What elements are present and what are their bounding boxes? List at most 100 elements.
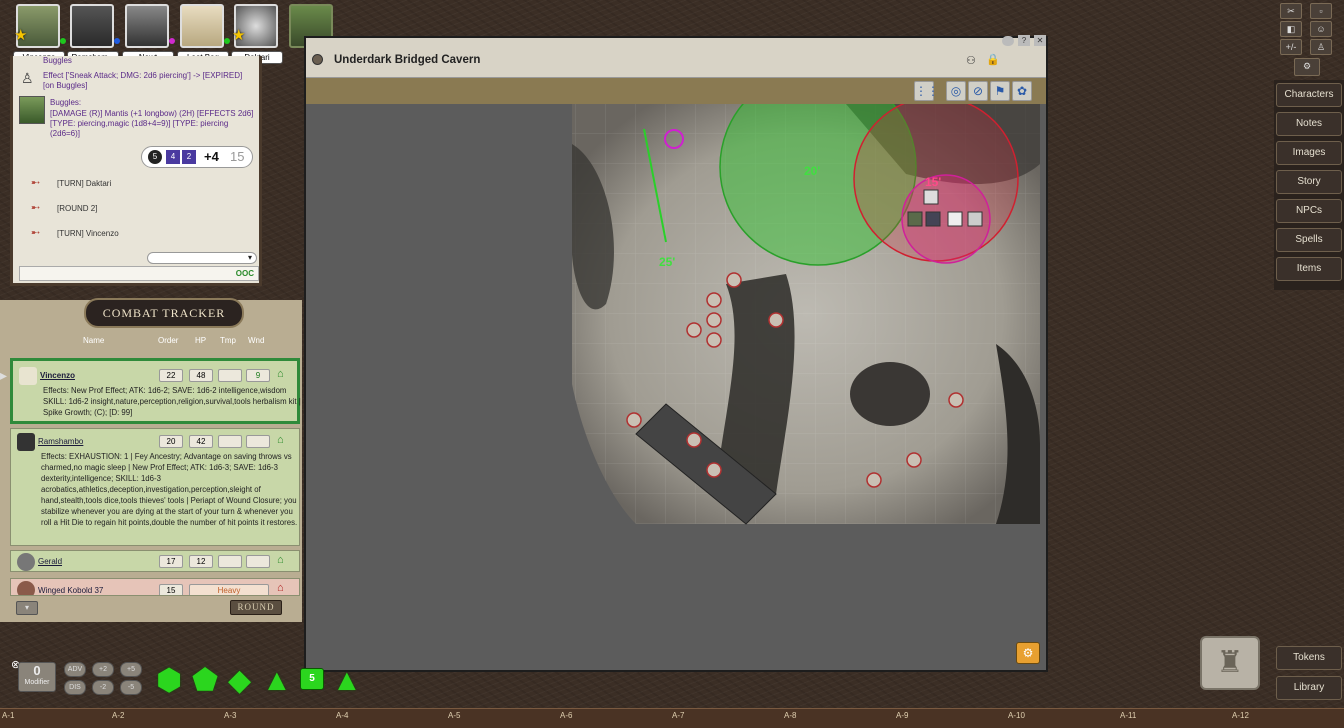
sidebar-item-tokens[interactable]: Tokens [1276,646,1342,670]
enemy-token[interactable] [686,432,702,448]
sidebar-item-images[interactable]: Images [1276,141,1342,165]
ramshambo-token [17,433,35,451]
target-icon[interactable]: ◎ [946,81,966,101]
lock-icon[interactable]: 🔒 [986,53,1000,66]
token[interactable] [925,211,941,227]
enemy-token[interactable] [706,332,722,348]
modifier-box[interactable]: 0 Modifier [18,662,56,692]
entry-order[interactable]: 20 [159,435,183,448]
map-tools-icon[interactable]: ⚙ [1016,642,1040,664]
combat-entry-winged-kobold[interactable]: Winged Kobold 37 15 Heavy ⌂ [10,578,300,596]
enemy-token[interactable] [626,412,642,428]
faction-friend-icon[interactable]: ⌂ [277,368,284,380]
chat-mode-select[interactable]: ▾ [147,252,257,264]
castle-tower-icon[interactable]: ♜ [1200,636,1260,690]
portrait-loot-bag[interactable]: Loot Bag [177,4,230,64]
enemy-token[interactable] [948,392,964,408]
token[interactable] [907,211,923,227]
enemy-token[interactable] [706,312,722,328]
d6-icon[interactable]: 5 [300,668,324,690]
sidebar-item-items[interactable]: Items [1276,257,1342,281]
die-d6b-icon: 2 [182,150,196,164]
portrait-image [70,4,114,48]
sidebar-item-notes[interactable]: Notes [1276,112,1342,136]
next-round-button[interactable]: ROUND [230,600,282,615]
entry-wnd[interactable]: 9 [246,369,270,382]
col-name: Name [83,336,105,345]
faction-foe-icon[interactable]: ⌂ [277,582,284,594]
enemy-token[interactable] [706,292,722,308]
gm-tool-icon[interactable]: ◧ [1280,21,1302,37]
entry-order[interactable]: 17 [159,555,183,568]
combat-entry-ramshambo[interactable]: Ramshambo 20 42 ⌂ Effects: EXHAUSTION: 1… [10,428,300,546]
help-icon[interactable]: ? [1018,35,1030,46]
enemy-token[interactable] [768,312,784,328]
share-icon[interactable]: ⚇ [966,54,976,67]
sidebar-item-library[interactable]: Library [1276,676,1342,700]
modifier-toggle[interactable]: +/- [1280,39,1302,55]
d4-icon[interactable]: ▲ [332,666,362,696]
entry-tmp[interactable] [218,435,242,448]
sidebar-item-characters[interactable]: Characters [1276,83,1342,107]
portrait-vincenzo[interactable]: ★ Vincenzo [13,4,66,64]
minus2-button[interactable]: -2 [92,680,114,695]
d10-icon[interactable]: ◆ [228,666,251,696]
close-icon[interactable]: ✕ [1034,35,1046,46]
ooc-toggle[interactable]: OOC [236,269,254,278]
flag-icon[interactable]: ⚑ [990,81,1010,101]
ruler-label: A-3 [224,711,237,720]
d12-icon[interactable]: ⬟ [192,666,218,696]
entry-order[interactable]: 15 [159,584,183,595]
faction-friend-icon[interactable]: ⌂ [277,434,284,446]
sidebar-item-story[interactable]: Story [1276,170,1342,194]
token[interactable] [923,189,939,205]
map-link-icon[interactable] [312,54,323,65]
gm-tool-icon[interactable]: ♙ [1310,39,1332,55]
entry-name[interactable]: Ramshambo [38,437,83,446]
los-icon[interactable]: ⊘ [968,81,988,101]
gm-tool-icon[interactable]: ✂ [1280,3,1302,19]
portrait-newt[interactable]: Newt [122,4,175,64]
token[interactable] [947,211,963,227]
sidebar-item-npcs[interactable]: NPCs [1276,199,1342,223]
entry-hp[interactable]: 48 [189,369,213,382]
faction-friend-icon[interactable]: ⌂ [277,554,284,566]
map-canvas[interactable]: 20' 15' 25' [306,104,1046,670]
entry-name[interactable]: Gerald [38,557,62,566]
enemy-token[interactable] [706,462,722,478]
menu-toggle-button[interactable]: ▾ [16,601,38,615]
entry-order[interactable]: 22 [159,369,183,382]
portrait-ramshambo[interactable]: Ramsham... [67,4,120,64]
chat-input[interactable]: OOC [19,266,259,281]
enemy-token[interactable] [726,272,742,288]
window-link-icon[interactable] [1002,36,1014,46]
token[interactable] [967,211,983,227]
entry-hp[interactable]: 42 [189,435,213,448]
gm-tool-icon[interactable]: ▫ [1310,3,1332,19]
gm-tool-icon[interactable]: ☺ [1310,21,1332,37]
dis-button[interactable]: DIS [64,680,86,695]
settings-gear-icon[interactable]: ⚙ [1294,58,1320,76]
minus5-button[interactable]: -5 [120,680,142,695]
entry-name[interactable]: Winged Kobold 37 [38,586,103,595]
entry-wnd[interactable] [246,435,270,448]
d20-icon[interactable]: ⬢ [156,666,182,696]
entry-hp[interactable]: 12 [189,555,213,568]
entry-tmp[interactable] [218,555,242,568]
mask-icon[interactable]: ✿ [1012,81,1032,101]
enemy-token[interactable] [866,472,882,488]
plus2-button[interactable]: +2 [92,662,114,677]
d8-icon[interactable]: ▲ [262,666,292,696]
portrait-daktari[interactable]: ★ Daktari [231,4,283,64]
entry-wnd[interactable] [246,555,270,568]
combat-entry-vincenzo[interactable]: Vincenzo 22 48 9 ⌂ Effects: New Prof Eff… [10,358,301,424]
entry-name[interactable]: Vincenzo [40,371,75,380]
grid-icon[interactable]: ⋮⋮ [914,81,939,101]
combat-entry-gerald[interactable]: Gerald 17 12 ⌂ [10,550,300,572]
sidebar-item-spells[interactable]: Spells [1276,228,1342,252]
plus5-button[interactable]: +5 [120,662,142,677]
adv-button[interactable]: ADV [64,662,86,677]
enemy-token[interactable] [686,322,702,338]
entry-tmp[interactable] [218,369,242,382]
enemy-token[interactable] [906,452,922,468]
